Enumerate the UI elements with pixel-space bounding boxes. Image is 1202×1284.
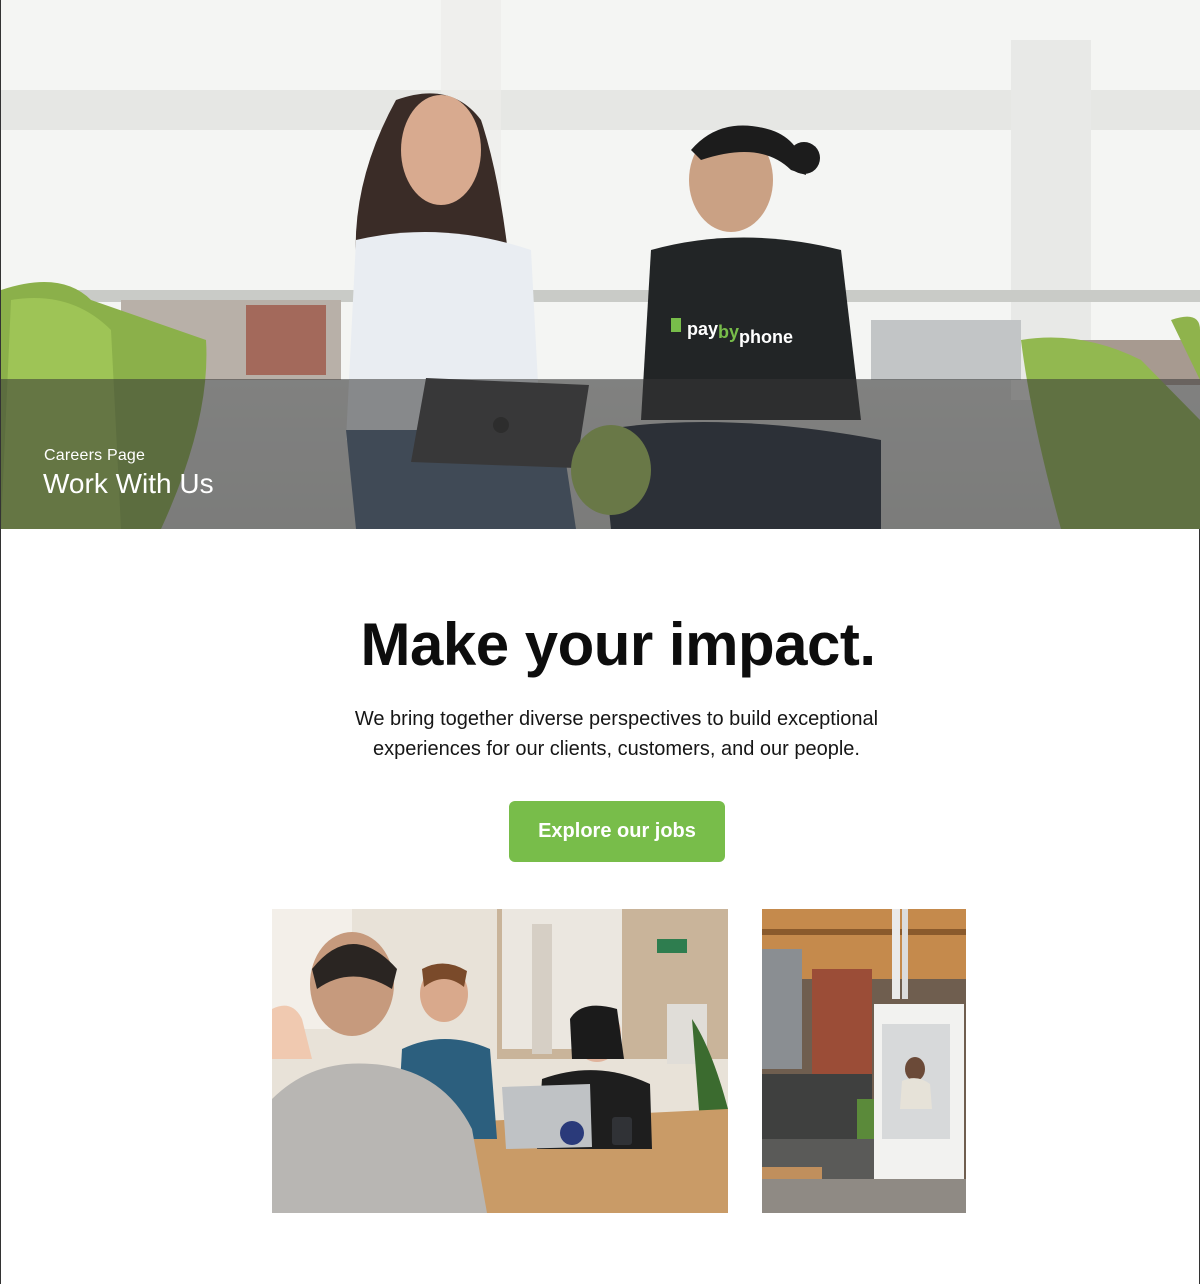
shirt-logo-by: by — [718, 322, 739, 342]
team-meeting-photo — [272, 909, 728, 1213]
explore-jobs-button[interactable]: Explore our jobs — [509, 801, 725, 862]
intro-text: We bring together diverse perspectives t… — [0, 704, 1202, 764]
intro-line-1: We bring together diverse perspectives t… — [354, 708, 879, 730]
intro-line-2: experiences for our clients, customers, … — [373, 738, 860, 760]
hero-title: Work With Us — [43, 468, 214, 499]
hero-banner: pay by phone Careers Page Work With Us — [1, 0, 1200, 529]
shirt-logo-phone: phone — [739, 327, 793, 347]
shirt-logo-pay: pay — [687, 319, 718, 339]
office-booth-photo — [762, 909, 966, 1213]
page-headline: Make your impact. — [360, 611, 876, 678]
hero-caption-band — [1, 379, 1200, 529]
hero-eyebrow: Careers Page — [44, 447, 146, 464]
